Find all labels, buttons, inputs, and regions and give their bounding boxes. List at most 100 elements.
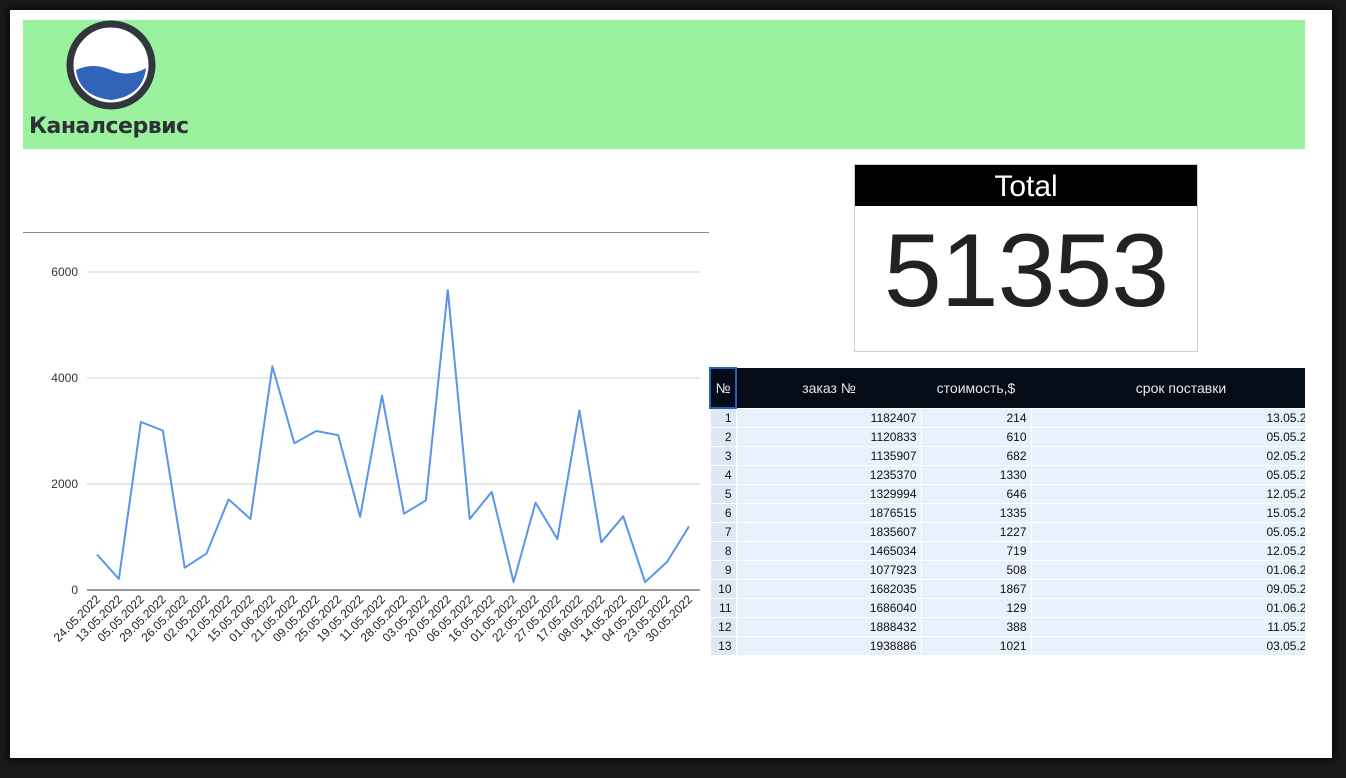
column-header-index[interactable]: № xyxy=(709,367,737,409)
data-point[interactable] xyxy=(599,540,604,545)
cell-order-number[interactable]: 1876515 xyxy=(735,503,922,523)
data-point[interactable] xyxy=(314,429,319,434)
cell-cost[interactable]: 1021 xyxy=(920,636,1032,656)
cell-delivery-date[interactable]: 01.06.2022 xyxy=(1030,560,1305,580)
data-point[interactable] xyxy=(358,514,363,519)
cell-delivery-date[interactable]: 01.06.2022 xyxy=(1030,598,1305,618)
series-line xyxy=(96,289,690,584)
table-row: 9107792350801.06.2022 xyxy=(709,560,1305,580)
table-row: 1118240721413.05.2022 xyxy=(709,407,1305,428)
data-point[interactable] xyxy=(489,489,494,494)
cell-order-number[interactable]: 1120833 xyxy=(735,427,922,447)
cell-delivery-date[interactable]: 13.05.2022 xyxy=(1030,407,1305,428)
column-header-delivery[interactable]: срок поставки xyxy=(1031,368,1305,408)
data-point[interactable] xyxy=(555,537,560,542)
cell-cost[interactable]: 1867 xyxy=(920,579,1032,599)
cell-index[interactable]: 2 xyxy=(709,427,737,447)
data-point[interactable] xyxy=(182,565,187,570)
cell-index[interactable]: 6 xyxy=(709,503,737,523)
data-point[interactable] xyxy=(160,428,165,433)
total-scorecard: Total 51353 xyxy=(854,164,1198,352)
cell-index[interactable]: 4 xyxy=(709,465,737,485)
data-point[interactable] xyxy=(687,524,692,529)
cell-delivery-date[interactable]: 05.05.2022 xyxy=(1030,522,1305,542)
data-point[interactable] xyxy=(511,580,516,585)
cell-delivery-date[interactable]: 12.05.2022 xyxy=(1030,541,1305,561)
cell-cost[interactable]: 214 xyxy=(920,407,1032,428)
cell-cost[interactable]: 508 xyxy=(920,560,1032,580)
cell-index[interactable]: 9 xyxy=(709,560,737,580)
water-drop-icon xyxy=(66,20,156,110)
cell-index[interactable]: 1 xyxy=(709,407,737,428)
data-point[interactable] xyxy=(401,511,406,516)
cell-order-number[interactable]: 1682035 xyxy=(735,579,922,599)
cell-cost[interactable]: 1335 xyxy=(920,503,1032,523)
cell-cost[interactable]: 719 xyxy=(920,541,1032,561)
data-point[interactable] xyxy=(95,552,100,557)
cell-order-number[interactable]: 1182407 xyxy=(735,407,922,428)
orders-table: № заказ № стоимость,$ срок поставки 1 118… xyxy=(709,367,1305,659)
cell-index[interactable]: 3 xyxy=(709,446,737,466)
cell-order-number[interactable]: 1077923 xyxy=(735,560,922,580)
y-tick-label: 2000 xyxy=(51,477,78,491)
cell-index[interactable]: 12 xyxy=(709,617,737,637)
cell-index[interactable]: 13 xyxy=(709,636,737,656)
cell-cost[interactable]: 646 xyxy=(920,484,1032,504)
cell-index[interactable]: 10 xyxy=(709,579,737,599)
data-point[interactable] xyxy=(226,497,231,502)
cell-cost[interactable]: 388 xyxy=(920,617,1032,637)
cell-index[interactable]: 7 xyxy=(709,522,737,542)
cell-order-number[interactable]: 1329994 xyxy=(735,484,922,504)
column-header-order[interactable]: заказ № xyxy=(736,368,921,408)
table-row: 131938886102103.05.2022 xyxy=(709,636,1305,656)
cell-cost[interactable]: 1227 xyxy=(920,522,1032,542)
cell-cost[interactable]: 682 xyxy=(920,446,1032,466)
cell-delivery-date[interactable]: 12.05.2022 xyxy=(1030,484,1305,504)
data-point[interactable] xyxy=(533,500,538,505)
data-point[interactable] xyxy=(138,419,143,424)
total-value: 51353 xyxy=(883,213,1169,329)
data-point[interactable] xyxy=(292,441,297,446)
data-point[interactable] xyxy=(665,559,670,564)
data-point[interactable] xyxy=(621,514,626,519)
cell-delivery-date[interactable]: 02.05.2022 xyxy=(1030,446,1305,466)
data-point[interactable] xyxy=(336,433,341,438)
y-tick-label: 4000 xyxy=(51,371,78,385)
cell-order-number[interactable]: 1835607 xyxy=(735,522,922,542)
cell-order-number[interactable]: 1888432 xyxy=(735,617,922,637)
cell-delivery-date[interactable]: 15.05.2022 xyxy=(1030,503,1305,523)
cell-delivery-date[interactable]: 11.05.2022 xyxy=(1030,617,1305,637)
data-point[interactable] xyxy=(116,576,121,581)
data-point[interactable] xyxy=(467,516,472,521)
cell-delivery-date[interactable]: 05.05.2022 xyxy=(1030,465,1305,485)
cell-cost[interactable]: 1330 xyxy=(920,465,1032,485)
data-point[interactable] xyxy=(380,393,385,398)
data-point[interactable] xyxy=(643,580,648,585)
cell-delivery-date[interactable]: 09.05.2022 xyxy=(1030,579,1305,599)
cell-order-number[interactable]: 1235370 xyxy=(735,465,922,485)
table-header-row: № заказ № стоимость,$ срок поставки xyxy=(709,367,1305,409)
column-header-cost[interactable]: стоимость,$ xyxy=(921,368,1031,408)
data-point[interactable] xyxy=(248,516,253,521)
total-label: Total xyxy=(855,165,1197,206)
table-row: 12188843238811.05.2022 xyxy=(709,617,1305,637)
data-point[interactable] xyxy=(423,498,428,503)
cell-order-number[interactable]: 1686040 xyxy=(735,598,922,618)
data-point[interactable] xyxy=(577,408,582,413)
table-row: 61876515133515.05.2022 xyxy=(709,503,1305,523)
data-point[interactable] xyxy=(270,364,275,369)
data-point[interactable] xyxy=(445,288,450,293)
cell-order-number[interactable]: 1938886 xyxy=(735,636,922,656)
cell-order-number[interactable]: 1465034 xyxy=(735,541,922,561)
data-point[interactable] xyxy=(204,551,209,556)
cell-index[interactable]: 8 xyxy=(709,541,737,561)
cell-delivery-date[interactable]: 03.05.2022 xyxy=(1030,636,1305,656)
cell-index[interactable]: 5 xyxy=(709,484,737,504)
cell-index[interactable]: 11 xyxy=(709,598,737,618)
cell-order-number[interactable]: 1135907 xyxy=(735,446,922,466)
y-tick-label: 0 xyxy=(71,583,78,597)
cell-delivery-date[interactable]: 05.05.2022 xyxy=(1030,427,1305,447)
cell-cost[interactable]: 129 xyxy=(920,598,1032,618)
table-row: 101682035186709.05.2022 xyxy=(709,579,1305,599)
cell-cost[interactable]: 610 xyxy=(920,427,1032,447)
